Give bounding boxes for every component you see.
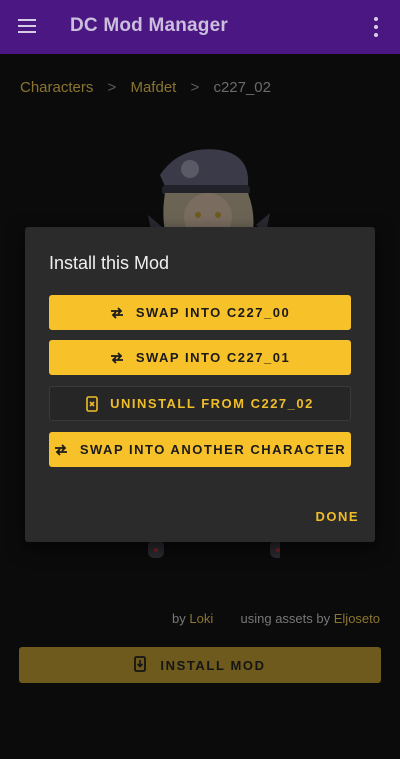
- uninstall-icon: [86, 395, 98, 412]
- swap-icon: [110, 306, 124, 319]
- breadcrumb-current: c227_02: [213, 79, 271, 96]
- hamburger-menu-icon[interactable]: [18, 19, 38, 35]
- mod-author-link[interactable]: Loki: [189, 611, 213, 626]
- app-title: DC Mod Manager: [70, 15, 228, 36]
- swap-icon: [110, 351, 124, 364]
- breadcrumb: Characters > Mafdet > c227_02: [20, 79, 271, 96]
- credits-assets-prefix: using assets by: [240, 611, 331, 626]
- phone-download-icon: [134, 655, 147, 675]
- swap-button-label: SWAP INTO C227_00: [135, 305, 291, 320]
- credits: by Loki using assets by Eljoseto: [172, 611, 380, 626]
- install-dialog: Install this Mod SWAP INTO C227_00 SWAP …: [25, 227, 375, 542]
- more-options-icon[interactable]: [372, 17, 380, 37]
- breadcrumb-characters[interactable]: Characters: [20, 79, 93, 96]
- breadcrumb-mafdet[interactable]: Mafdet: [130, 79, 176, 96]
- breadcrumb-separator: >: [190, 79, 200, 96]
- uninstall-from-c227-02-button[interactable]: UNINSTALL FROM C227_02: [49, 386, 351, 421]
- swap-icon: [54, 443, 68, 456]
- dialog-title: Install this Mod: [49, 253, 170, 273]
- swap-button-label: SWAP INTO C227_01: [135, 350, 291, 365]
- credits-by-prefix: by: [172, 611, 186, 626]
- assets-author-link[interactable]: Eljoseto: [334, 611, 380, 626]
- breadcrumb-separator: >: [107, 79, 117, 96]
- swap-button-label: SWAP INTO ANOTHER CHARACTER: [79, 442, 347, 457]
- install-mod-button[interactable]: INSTALL MOD: [19, 647, 381, 683]
- swap-into-another-character-button[interactable]: SWAP INTO ANOTHER CHARACTER: [49, 432, 351, 467]
- install-mod-label: INSTALL MOD: [160, 657, 266, 673]
- done-button[interactable]: DONE: [315, 509, 359, 524]
- swap-into-c227-01-button[interactable]: SWAP INTO C227_01: [49, 340, 351, 375]
- uninstall-button-label: UNINSTALL FROM C227_02: [110, 396, 314, 411]
- swap-into-c227-00-button[interactable]: SWAP INTO C227_00: [49, 295, 351, 330]
- app-bar: DC Mod Manager: [0, 0, 400, 54]
